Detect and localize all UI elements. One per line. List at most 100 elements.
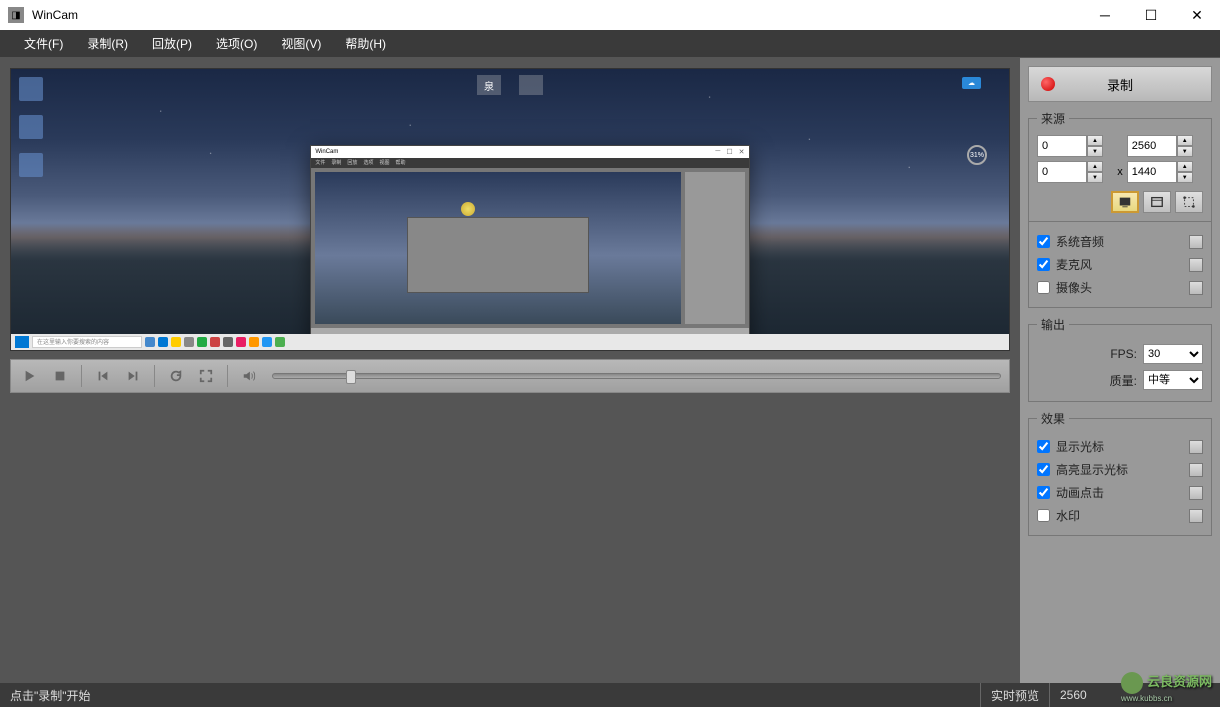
- desktop-top-icons: 泉: [477, 75, 543, 95]
- highlight-cursor-checkbox[interactable]: [1037, 463, 1050, 476]
- quality-label: 质量:: [1110, 372, 1137, 389]
- maximize-button[interactable]: ☐: [1128, 0, 1174, 30]
- menu-view[interactable]: 视图(V): [269, 31, 333, 56]
- system-audio-checkbox[interactable]: [1037, 235, 1050, 248]
- source-width-input[interactable]: ▲▼: [1127, 135, 1203, 157]
- status-hint: 点击"录制"开始: [0, 683, 981, 707]
- highlighted-cursor-icon: [461, 202, 475, 216]
- separator: [81, 365, 82, 387]
- site-watermark: 云良资源网 www.kubbs.cn: [1121, 671, 1212, 703]
- taskbar-icon: [210, 337, 220, 347]
- quality-select[interactable]: 中等: [1143, 370, 1203, 390]
- webcam-settings-icon[interactable]: [1189, 281, 1203, 295]
- playback-bar: [10, 359, 1010, 393]
- stop-button[interactable]: [49, 365, 71, 387]
- show-cursor-checkbox[interactable]: [1037, 440, 1050, 453]
- spin-up[interactable]: ▲: [1177, 161, 1193, 172]
- microphone-row: 麦克风: [1037, 253, 1203, 276]
- menu-record[interactable]: 录制(R): [75, 31, 140, 56]
- record-dot-icon: [1041, 77, 1055, 91]
- record-button[interactable]: 录制: [1028, 66, 1212, 102]
- effects-legend: 效果: [1037, 410, 1069, 427]
- source-x-input[interactable]: ▲▼: [1037, 135, 1113, 157]
- microphone-settings-icon[interactable]: [1189, 258, 1203, 272]
- source-height-field[interactable]: [1127, 161, 1177, 183]
- spin-down[interactable]: ▼: [1177, 172, 1193, 183]
- animate-clicks-checkbox[interactable]: [1037, 486, 1050, 499]
- source-width-field[interactable]: [1127, 135, 1177, 157]
- seek-slider[interactable]: [272, 373, 1001, 379]
- nested-body: [311, 168, 748, 328]
- taskbar-icon: [197, 337, 207, 347]
- preview-viewport: 泉 ☁ 31% WinCam ─☐✕ 文件录制回放选项视图帮助: [10, 68, 1010, 351]
- menu-help[interactable]: 帮助(H): [333, 31, 398, 56]
- refresh-button[interactable]: [165, 365, 187, 387]
- spin-down[interactable]: ▼: [1087, 146, 1103, 157]
- status-mode: 实时预览: [981, 683, 1050, 707]
- window-source-button[interactable]: [1143, 191, 1171, 213]
- app-icon: ◨: [8, 7, 24, 23]
- seek-thumb[interactable]: [346, 370, 356, 384]
- window-title: WinCam: [32, 8, 1082, 22]
- source-legend: 来源: [1037, 110, 1069, 127]
- desktop-top-icon: 泉: [477, 75, 501, 95]
- spin-down[interactable]: ▼: [1177, 146, 1193, 157]
- region-source-button[interactable]: [1175, 191, 1203, 213]
- close-button[interactable]: ✕: [1174, 0, 1220, 30]
- taskbar-icon: [223, 337, 233, 347]
- quality-row: 质量: 中等: [1037, 367, 1203, 393]
- separator: [154, 365, 155, 387]
- spin-up[interactable]: ▲: [1087, 161, 1103, 172]
- watermark-name: 云良资源网: [1147, 674, 1212, 689]
- animate-clicks-label: 动画点击: [1056, 484, 1183, 501]
- preview-area: 泉 ☁ 31% WinCam ─☐✕ 文件录制回放选项视图帮助: [0, 58, 1020, 683]
- output-legend: 输出: [1037, 316, 1069, 333]
- source-separator: x: [1117, 166, 1123, 178]
- spin-up[interactable]: ▲: [1087, 135, 1103, 146]
- source-x-field[interactable]: [1037, 135, 1087, 157]
- source-height-input[interactable]: ▲▼: [1127, 161, 1203, 183]
- nested-preview: [315, 172, 680, 324]
- webcam-checkbox[interactable]: [1037, 281, 1050, 294]
- nested-inner-window: [407, 217, 590, 293]
- desktop-icon: [19, 77, 43, 101]
- watermark-badge-icon: [1121, 672, 1143, 694]
- show-cursor-settings-icon[interactable]: [1189, 440, 1203, 454]
- taskbar-icon: [145, 337, 155, 347]
- menu-playback[interactable]: 回放(P): [140, 31, 204, 56]
- watermark-row: 水印: [1037, 504, 1203, 527]
- spinner: ▲▼: [1177, 135, 1193, 157]
- taskbar-icon: [275, 337, 285, 347]
- skip-forward-button[interactable]: [122, 365, 144, 387]
- watermark-checkbox[interactable]: [1037, 509, 1050, 522]
- source-y-input[interactable]: ▲▼: [1037, 161, 1113, 183]
- fullscreen-button[interactable]: [195, 365, 217, 387]
- desktop-icon: [19, 153, 43, 177]
- highlight-cursor-settings-icon[interactable]: [1189, 463, 1203, 477]
- skip-back-button[interactable]: [92, 365, 114, 387]
- microphone-label: 麦克风: [1056, 256, 1183, 273]
- system-audio-settings-icon[interactable]: [1189, 235, 1203, 249]
- watermark-settings-icon[interactable]: [1189, 509, 1203, 523]
- minimize-button[interactable]: ─: [1082, 0, 1128, 30]
- spinner: ▲▼: [1087, 135, 1103, 157]
- volume-button[interactable]: [238, 365, 260, 387]
- menu-options[interactable]: 选项(O): [204, 31, 269, 56]
- watermark-label: 水印: [1056, 507, 1183, 524]
- fullscreen-source-button[interactable]: [1111, 191, 1139, 213]
- spin-down[interactable]: ▼: [1087, 172, 1103, 183]
- fps-row: FPS: 30: [1037, 341, 1203, 367]
- spin-up[interactable]: ▲: [1177, 135, 1193, 146]
- settings-panel: 录制 来源 ▲▼ ▲▼ ▲▼ x: [1020, 58, 1220, 683]
- cloud-badge: ☁: [962, 77, 981, 89]
- output-group: 输出 FPS: 30 质量: 中等: [1028, 316, 1212, 402]
- play-button[interactable]: [19, 365, 41, 387]
- desktop-top-icon: [519, 75, 543, 95]
- animate-clicks-settings-icon[interactable]: [1189, 486, 1203, 500]
- menu-file[interactable]: 文件(F): [12, 31, 75, 56]
- source-y-field[interactable]: [1037, 161, 1087, 183]
- start-button-icon: [15, 336, 29, 348]
- microphone-checkbox[interactable]: [1037, 258, 1050, 271]
- highlight-cursor-row: 高亮显示光标: [1037, 458, 1203, 481]
- fps-select[interactable]: 30: [1143, 344, 1203, 364]
